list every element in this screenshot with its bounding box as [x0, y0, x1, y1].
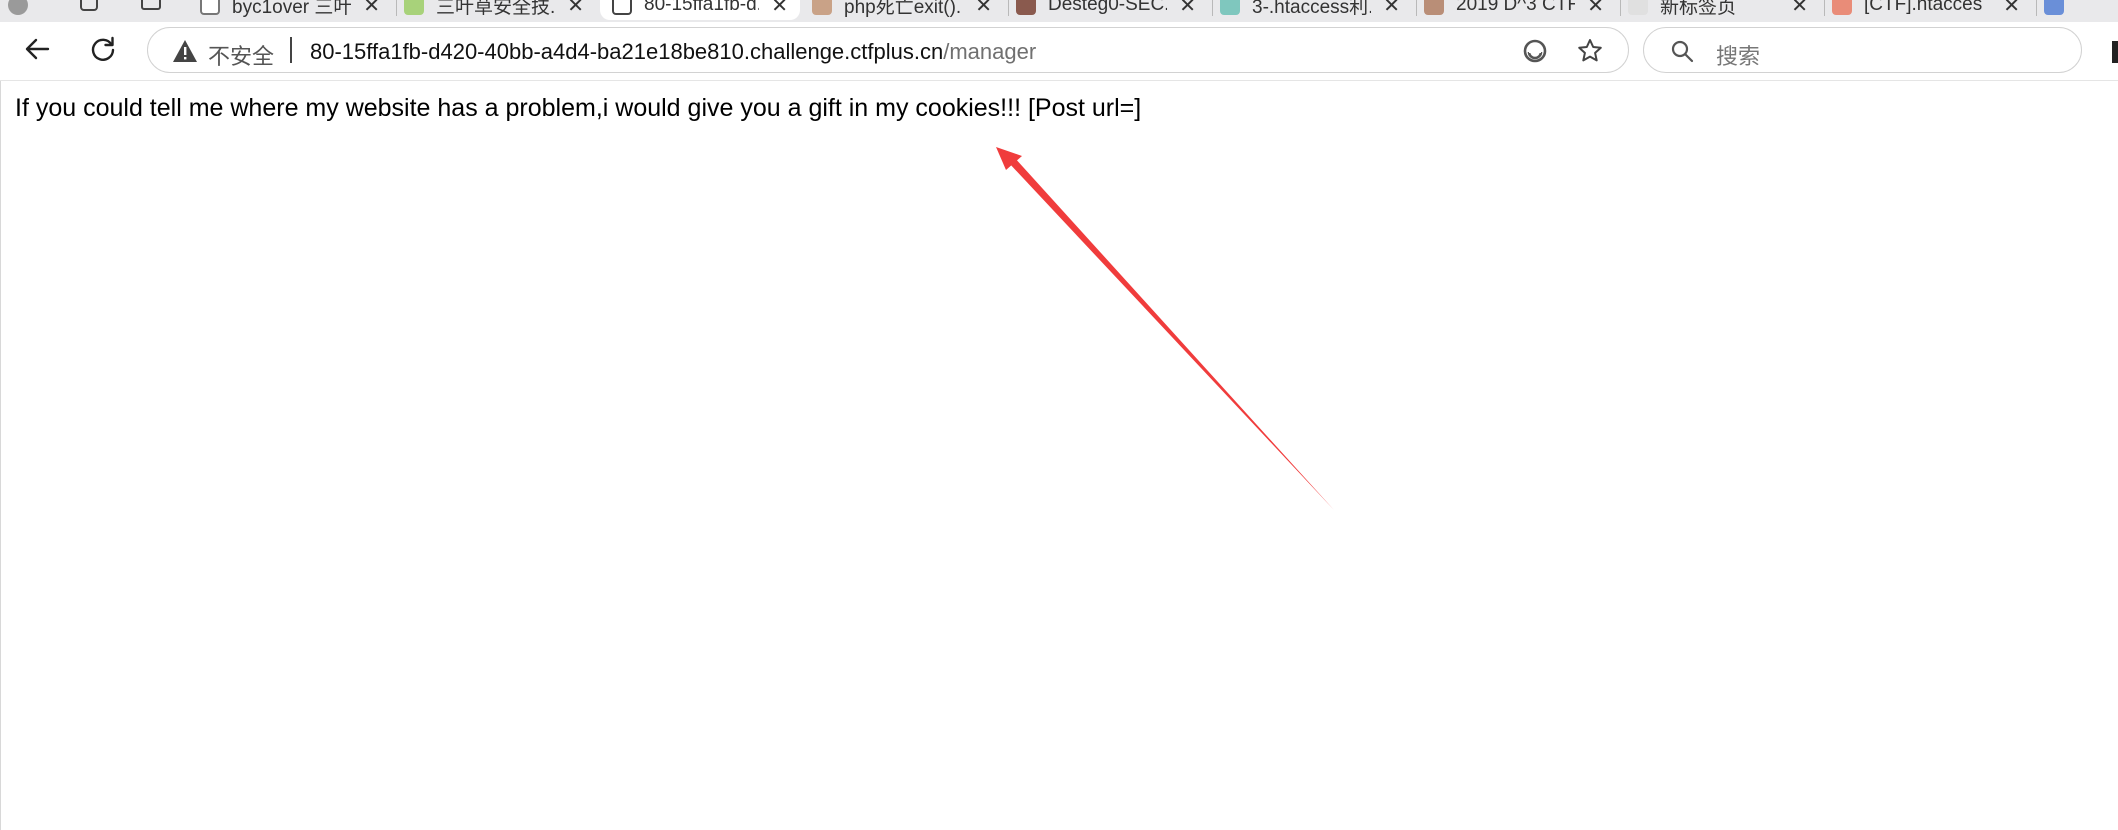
annotation-arrow — [996, 147, 1334, 510]
arrow-shaft — [1008, 157, 1334, 510]
